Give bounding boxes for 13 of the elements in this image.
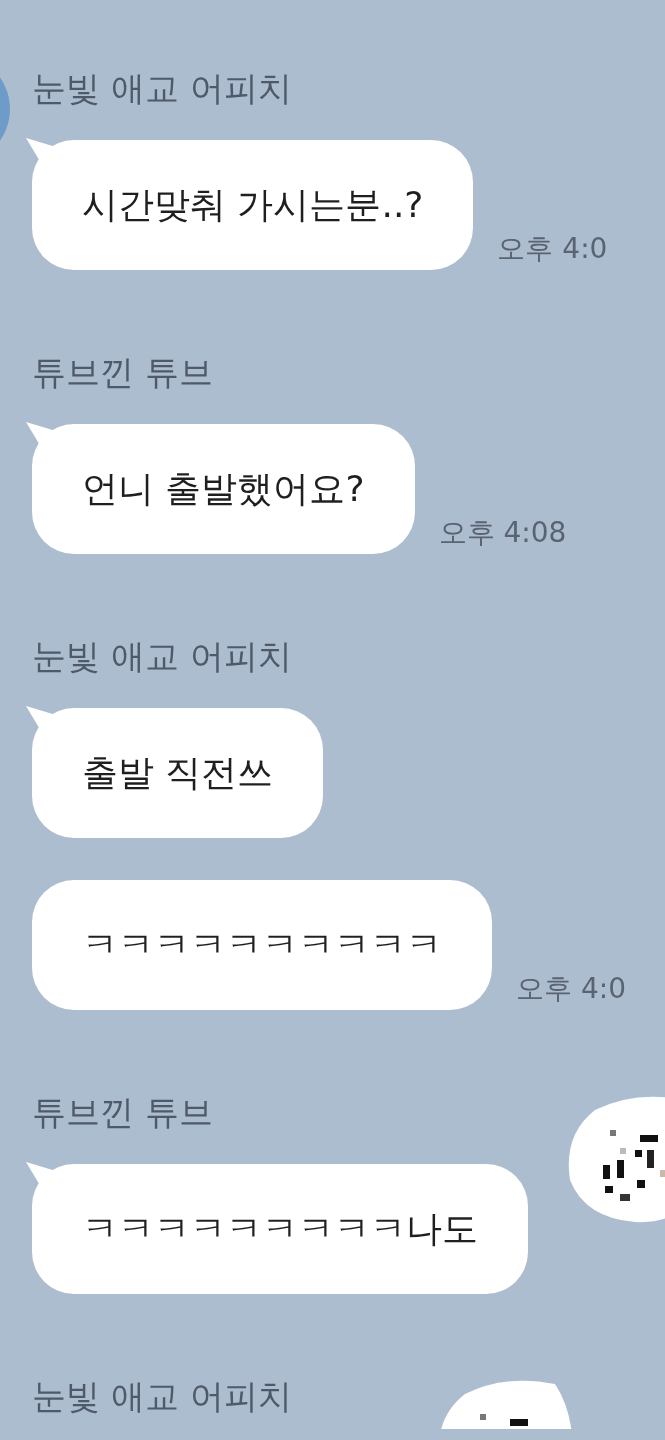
message-bubble: ㅋㅋㅋㅋㅋㅋㅋㅋㅋ나도 bbox=[32, 1164, 528, 1294]
message-bubble: 시간맞춰 가시는분..? bbox=[32, 140, 474, 270]
message-bubble: 언니 출발했어요? bbox=[32, 424, 415, 554]
sender-name: 눈빛 애교 어피치 bbox=[32, 635, 292, 678]
sender-name: 눈빛 애교 어피치 bbox=[32, 1375, 292, 1418]
message-bubble: ㅋㅋㅋㅋㅋㅋㅋㅋㅋㅋ bbox=[32, 880, 492, 1010]
sender-name: 눈빛 애교 어피치 bbox=[32, 67, 292, 110]
sender-name: 튜브낀 튜브 bbox=[32, 351, 213, 394]
message-time: 오후 4:0 bbox=[497, 231, 608, 267]
message-bubble: 출발 직전쓰 bbox=[32, 708, 324, 838]
message-time: 오후 4:0 bbox=[516, 971, 626, 1007]
message-time: 오후 4:08 bbox=[438, 515, 567, 551]
sender-name: 튜브낀 튜브 bbox=[32, 1091, 213, 1134]
